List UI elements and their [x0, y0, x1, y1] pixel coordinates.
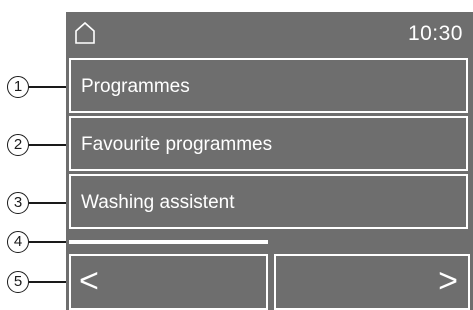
home-icon[interactable]	[74, 21, 96, 45]
callout-5-leader	[29, 281, 68, 283]
previous-button[interactable]: <	[69, 254, 268, 310]
scroll-position-bar	[69, 240, 268, 244]
menu-item-label: Washing assistent	[81, 192, 235, 213]
chevron-right-icon: >	[438, 262, 458, 300]
callout-3: 3	[7, 192, 29, 214]
menu-item-programmes[interactable]: Programmes	[69, 58, 468, 113]
callout-2: 2	[7, 134, 29, 156]
callout-1-leader	[29, 86, 68, 88]
callout-2-leader	[29, 144, 68, 146]
display-screen: 10:30 Programmes Favourite programmes Wa…	[66, 12, 473, 310]
menu-item-washing-assistent[interactable]: Washing assistent	[69, 174, 468, 229]
callout-4-leader	[29, 241, 68, 243]
status-bar: 10:30	[66, 12, 473, 56]
callout-4: 4	[7, 231, 29, 253]
callout-1: 1	[7, 76, 29, 98]
menu-item-label: Programmes	[81, 76, 190, 97]
chevron-left-icon: <	[79, 262, 99, 300]
menu-item-label: Favourite programmes	[81, 134, 273, 155]
callout-5: 5	[7, 271, 29, 293]
menu-item-favourite-programmes[interactable]: Favourite programmes	[69, 116, 468, 171]
next-button[interactable]: >	[274, 254, 470, 310]
clock: 10:30	[407, 22, 463, 45]
callout-3-leader	[29, 202, 68, 204]
